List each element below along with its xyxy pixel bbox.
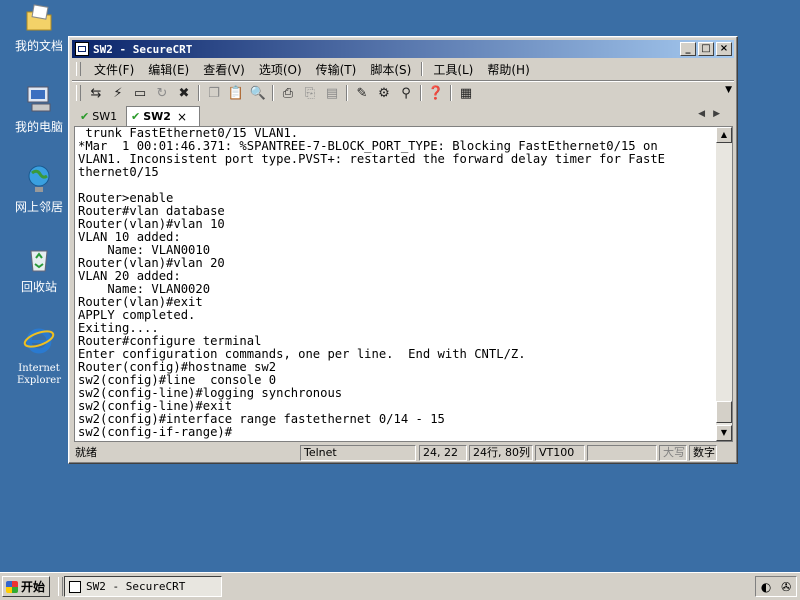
internet-explorer-icon: [23, 328, 55, 354]
desktop-icon-label: 网上邻居: [14, 200, 63, 214]
title-bar[interactable]: SW2 - SecureCRT _ □ ×: [72, 40, 734, 58]
menu-tools[interactable]: 工具(L): [426, 61, 480, 78]
menu-grip[interactable]: [76, 62, 81, 76]
connected-check-icon: ✔: [80, 110, 90, 123]
desktop-icon-internet-explorer[interactable]: Internet Explorer: [8, 325, 70, 387]
copy-icon[interactable]: ❐: [205, 84, 223, 102]
taskbar-button-label: SW2 - SecureCRT: [86, 580, 186, 593]
securecrt-task-icon: [69, 580, 81, 593]
disconnect-icon[interactable]: ✖: [175, 84, 193, 102]
keymap-icon[interactable]: ⚲: [397, 84, 415, 102]
system-tray: ◐ ✇: [755, 576, 797, 597]
maximize-button[interactable]: □: [698, 42, 714, 56]
toolbar-overflow-icon[interactable]: ▼: [725, 85, 732, 95]
menu-help[interactable]: 帮助(H): [480, 61, 536, 78]
toolbar-separator: [450, 85, 452, 101]
print-setup-icon[interactable]: ▤: [323, 84, 341, 102]
status-caps-lock: 大写: [659, 445, 687, 461]
tab-label: SW2: [143, 110, 171, 123]
terminal-view[interactable]: trunk FastEthernet0/15 VLAN1. *Mar 1 00:…: [74, 126, 733, 442]
desktop-icon-my-documents[interactable]: 我的文档: [8, 2, 70, 53]
menu-options[interactable]: 选项(O): [252, 61, 309, 78]
help-icon[interactable]: ❓: [427, 84, 445, 102]
start-button[interactable]: 开始: [2, 576, 50, 597]
computer-icon: [27, 86, 51, 112]
connected-check-icon: ✔: [131, 110, 141, 123]
toolbar-separator: [420, 85, 422, 101]
print-icon[interactable]: ⎙: [279, 84, 297, 102]
folder-documents-icon: [26, 4, 52, 31]
reconnect-icon[interactable]: ↻: [153, 84, 171, 102]
recycle-bin-icon: [30, 250, 48, 272]
paste-icon[interactable]: 📋: [227, 84, 245, 102]
quick-connect-icon[interactable]: ⚡: [109, 84, 127, 102]
status-ready: 就绪: [75, 446, 97, 459]
status-terminal-size: 24行, 80列: [469, 445, 533, 461]
menu-bar: 文件(F) 编辑(E) 查看(V) 选项(O) 传输(T) 脚本(S) 工具(L…: [72, 59, 734, 79]
desktop-icon-label: 我的电脑: [14, 120, 63, 134]
desktop-icon-recycle-bin[interactable]: 回收站: [8, 243, 70, 294]
toolbar-separator: [346, 85, 348, 101]
status-empty: [587, 445, 657, 461]
desktop-icon-label: Explorer: [16, 375, 62, 386]
connect-in-tab-icon[interactable]: ▭: [131, 84, 149, 102]
session-options-icon[interactable]: ✎: [353, 84, 371, 102]
menu-script[interactable]: 脚本(S): [363, 61, 418, 78]
taskbar-grip[interactable]: [58, 577, 63, 596]
status-cursor-position: 24, 22: [419, 445, 467, 461]
keypad-icon[interactable]: ▦: [457, 84, 475, 102]
find-icon[interactable]: 🔍: [249, 84, 267, 102]
toolbar-separator: [198, 85, 200, 101]
tab-sw1[interactable]: ✔ SW1: [76, 108, 122, 125]
status-bar: 就绪 Telnet 24, 22 24行, 80列 VT100 大写 数字: [72, 444, 734, 462]
global-options-icon[interactable]: ⚙: [375, 84, 393, 102]
tab-label: SW1: [92, 110, 118, 123]
minimize-button[interactable]: _: [680, 42, 696, 56]
close-window-button[interactable]: ×: [716, 42, 732, 56]
toolbar: ⇆ ⚡ ▭ ↻ ✖ ❐ 📋 🔍 ⎙ ⎘ ▤ ✎ ⚙ ⚲ ❓ ▦ ▼: [72, 80, 734, 105]
menu-separator: [421, 62, 424, 76]
vertical-scrollbar[interactable]: ▲ ▼: [716, 127, 732, 441]
status-emulation: VT100: [535, 445, 585, 461]
status-num-lock: 数字: [689, 445, 717, 461]
start-label: 开始: [21, 580, 46, 594]
scroll-thumb[interactable]: [716, 401, 732, 423]
menu-edit[interactable]: 编辑(E): [141, 61, 196, 78]
status-protocol: Telnet: [300, 445, 416, 461]
desktop-icon-label: Internet: [18, 363, 60, 374]
connect-icon[interactable]: ⇆: [87, 84, 105, 102]
desktop-icon-my-computer[interactable]: 我的电脑: [8, 83, 70, 134]
menu-file[interactable]: 文件(F): [87, 61, 141, 78]
menu-view[interactable]: 查看(V): [196, 61, 252, 78]
toolbar-grip[interactable]: [76, 85, 81, 101]
toolbar-separator: [272, 85, 274, 101]
close-tab-icon[interactable]: ×: [177, 110, 187, 124]
securecrt-app-icon[interactable]: [75, 42, 89, 56]
terminal-output: trunk FastEthernet0/15 VLAN1. *Mar 1 00:…: [78, 127, 665, 439]
tab-scroll-arrows-icon[interactable]: ◀▶: [698, 109, 728, 119]
print-selection-icon[interactable]: ⎘: [301, 84, 319, 102]
desktop-icon-label: 我的文档: [14, 39, 63, 53]
windows-logo-icon: [6, 580, 18, 593]
securecrt-window: SW2 - SecureCRT _ □ × 文件(F) 编辑(E) 查看(V) …: [68, 36, 738, 464]
taskbar-button-securecrt[interactable]: SW2 - SecureCRT: [64, 576, 222, 597]
session-tabs: ✔ SW1 ✔ SW2 × ◀▶: [72, 106, 734, 126]
tab-sw2[interactable]: ✔ SW2 ×: [126, 106, 200, 126]
taskbar: 开始 SW2 - SecureCRT ◐ ✇: [0, 572, 800, 600]
volume-icon[interactable]: ✇: [781, 580, 791, 594]
scroll-down-icon[interactable]: ▼: [716, 425, 732, 441]
network-status-icon[interactable]: ◐: [761, 580, 771, 594]
network-globe-icon: [28, 165, 50, 192]
window-title: SW2 - SecureCRT: [93, 42, 193, 56]
menu-transfer[interactable]: 传输(T): [309, 61, 364, 78]
desktop-icon-network[interactable]: 网上邻居: [8, 163, 70, 214]
desktop-icon-label: 回收站: [20, 280, 57, 294]
scroll-up-icon[interactable]: ▲: [716, 127, 732, 143]
